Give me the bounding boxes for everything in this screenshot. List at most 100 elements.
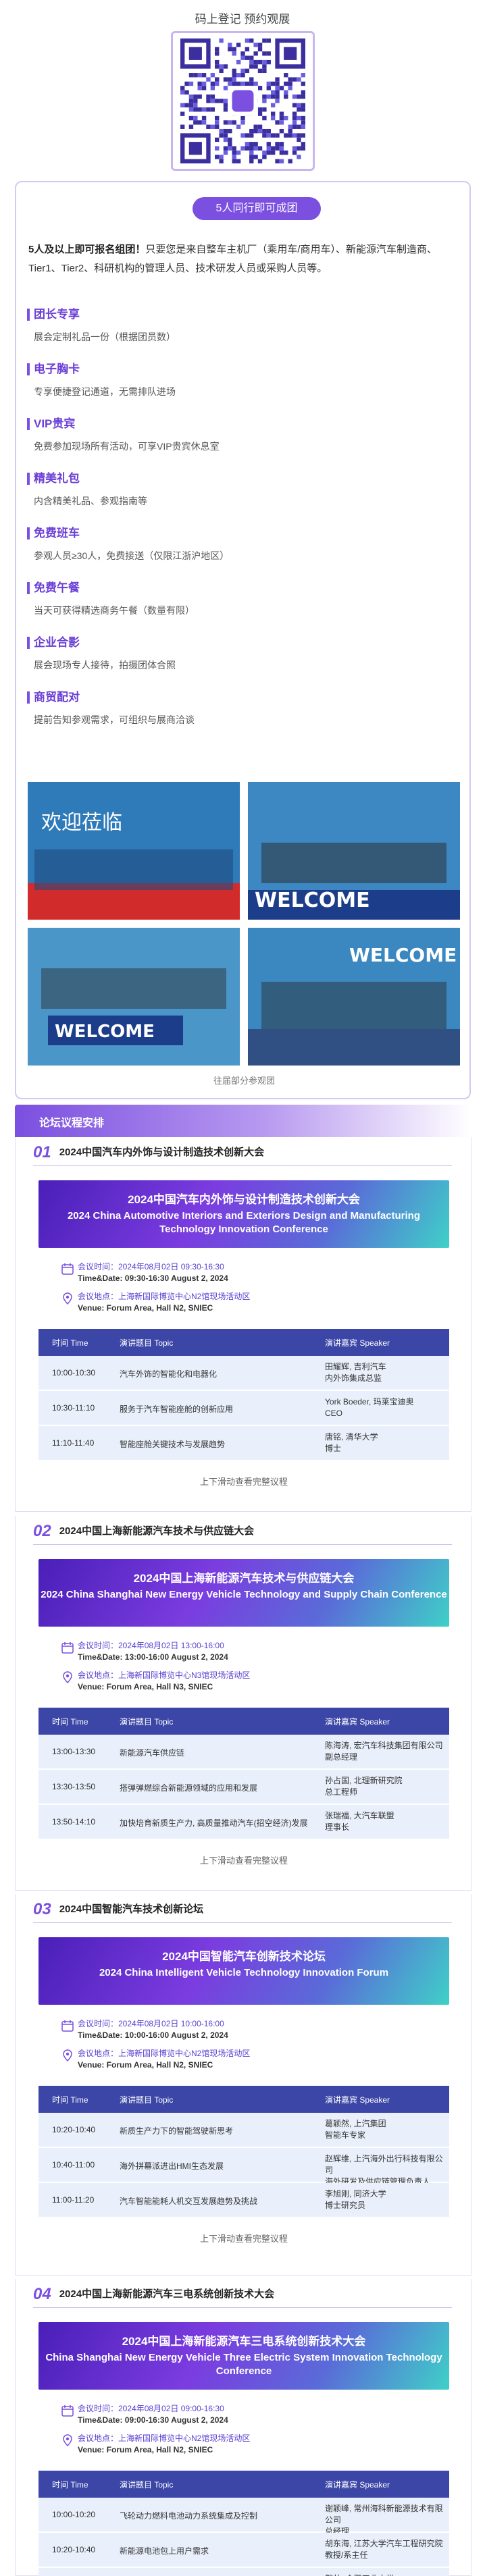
row-topic: 海外拼幕派进出HMI生态发展 (120, 2161, 224, 2171)
scroll-hint: 上下滑动查看完整议程 (199, 1856, 288, 1866)
row-speaker: 孙占国, 北理新研究院 总工程师 (325, 1776, 403, 1797)
benefit-desc: 免费参加现场所有活动，可享VIP贵宾休息室 (34, 441, 220, 452)
benefit-desc: 展会现场专人接待，拍摄团体合照 (34, 660, 176, 671)
agenda-table[interactable]: 时间 Time 演讲题目 Topic 演讲嘉宾 Speaker 13:00-13… (39, 1708, 449, 1840)
forum-venue: 会议地点：上海新国际博览中心N2馆现场活动区 Venue: Forum Area… (63, 2433, 250, 2456)
forum-date: 会议时间：2024年08月02日 10:00-16:00 Time&Date: … (61, 2018, 228, 2041)
header-time: 时间 Time (52, 1717, 88, 1727)
row-speaker: 张瑞福, 大汽车联盟 理事长 (325, 1811, 394, 1832)
table-header: 时间 Time 演讲题目 Topic 演讲嘉宾 Speaker (39, 1708, 449, 1735)
agenda-table[interactable]: 时间 Time 演讲题目 Topic 演讲嘉宾 Speaker 10:00-10… (39, 1329, 449, 1461)
header-topic: 演讲题目 Topic (120, 2480, 174, 2490)
benefit-title: 商贸配对 (34, 689, 195, 706)
benefit-item: 企业合影展会现场专人接待，拍摄团体合照 (34, 634, 176, 672)
benefit-title: 企业合影 (34, 634, 176, 652)
forum-title: 2024中国上海新能源汽车技术与供应链大会 (59, 1525, 255, 1537)
photo-text: 欢迎莅临 (41, 811, 122, 835)
row-time: 13:00-13:30 (52, 1747, 96, 1756)
venue-en: Venue: Forum Area, Hall N3, SNIEC (78, 1682, 213, 1691)
venue-en: Venue: Forum Area, Hall N2, SNIEC (78, 2445, 213, 2454)
header-time: 时间 Time (52, 2095, 88, 2105)
date-cn: 会议时间：2024年08月02日 10:00-16:00 (78, 2019, 224, 2028)
table-row: 10:20-10:40 新能源电池包上用户需求 胡东海, 江苏大学汽车工程研究院… (39, 2533, 449, 2568)
scroll-hint: 上下滑动查看完整议程 (199, 2234, 288, 2244)
header-topic: 演讲题目 Topic (120, 1717, 174, 1727)
forum-number: 02 (33, 1522, 51, 1540)
forum-heading: 02 2024中国上海新能源汽车技术与供应链大会 (33, 1521, 254, 1542)
banner-en: 2024 China Shanghai New Energy Vehicle T… (41, 1589, 447, 1600)
forum-banner: 2024中国智能汽车创新技术论坛 2024 China Intelligent … (39, 1937, 449, 2005)
row-speaker: 陈海涛, 宏汽车科技集团有限公司 副总经理 (325, 1741, 443, 1762)
benefit-title: 免费班车 (34, 525, 229, 542)
forum-divider (33, 1544, 452, 1545)
benefit-title: 免费午餐 (34, 579, 195, 597)
agenda-table[interactable]: 时间 Time 演讲题目 Topic 演讲嘉宾 Speaker 10:00-10… (39, 2471, 449, 2576)
forum-number: 01 (33, 1143, 51, 1161)
row-topic: 搭弹弹燃综合新能源领域的应用和发展 (120, 1783, 258, 1793)
calendar-icon (61, 1263, 74, 1275)
row-topic: 汽车智能能耗人机交互发展趋势及挑战 (120, 2197, 258, 2206)
table-row: 10:00-10:30 汽车外饰的智能化和电器化 田耀辉, 吉利汽车 内外饰集成… (39, 1356, 449, 1391)
forum-date: 会议时间：2024年08月02日 13:00-16:00 Time&Date: … (61, 1640, 228, 1663)
benefit-item: VIP贵宾免费参加现场所有活动，可享VIP贵宾休息室 (34, 415, 220, 453)
forum-divider (33, 1922, 452, 1923)
qr-title: 码上登记 预约观展 (195, 13, 290, 26)
photo-text: WELCOME (349, 944, 457, 966)
date-en: Time&Date: 10:00-16:00 August 2, 2024 (78, 2030, 228, 2040)
benefit-title: VIP贵宾 (34, 415, 220, 433)
header-time: 时间 Time (52, 1338, 88, 1348)
table-header: 时间 Time 演讲题目 Topic 演讲嘉宾 Speaker (39, 2086, 449, 2113)
header-topic: 演讲题目 Topic (120, 1338, 174, 1348)
table-row: 13:00-13:30 新能源汽车供应链 陈海涛, 宏汽车科技集团有限公司 副总… (39, 1735, 449, 1770)
header-time: 时间 Time (52, 2480, 88, 2490)
forum-date: 会议时间：2024年08月02日 09:00-16:30 Time&Date: … (61, 2403, 228, 2426)
forum-block: 01 2024中国汽车内外饰与设计制造技术创新大会 2024中国汽车内外饰与设计制… (15, 1137, 471, 1512)
row-topic: 新能源电池包上用户需求 (120, 2546, 209, 2556)
row-time: 11:10-11:40 (52, 1438, 95, 1448)
table-row: 10:20-10:40 新质生产力下的智能驾驶新思考 葛颖然, 上汽集团 智能车… (39, 2113, 449, 2148)
calendar-icon (61, 1642, 74, 1654)
benefit-title: 团长专享 (34, 306, 176, 323)
benefit-item: 免费午餐当天可获得精选商务午餐（数量有限） (34, 579, 195, 617)
group-pill: 5人同行即可成团 (193, 197, 321, 220)
forum-date: 会议时间：2024年08月02日 09:30-16:30 Time&Date: … (61, 1261, 228, 1284)
banner-cn: 2024中国上海新能源汽车技术与供应链大会 (133, 1572, 355, 1585)
forum-venue: 会议地点：上海新国际博览中心N3馆现场活动区 Venue: Forum Area… (63, 1670, 250, 1693)
table-row: 10:40-11:00 荷兰氢能产业介绍及产品技术分享 贺帅, 合肥工业大学 副… (39, 2568, 449, 2576)
forum-block: 04 2024中国上海新能源汽车三电系统创新技术大会 2024中国上海新能源汽车三… (15, 2279, 471, 2576)
location-pin-icon (63, 1671, 72, 1683)
location-pin-icon (63, 2049, 72, 2061)
banner-en: 2024 China Automotive Interiors and Exte… (67, 1210, 421, 1235)
venue-en: Venue: Forum Area, Hall N2, SNIEC (78, 1303, 213, 1313)
header-speaker: 演讲嘉宾 Speaker (325, 2480, 390, 2490)
row-time: 13:30-13:50 (52, 1782, 96, 1791)
venue-cn: 会议地点：上海新国际博览中心N2馆现场活动区 (78, 1292, 251, 1301)
photo-text: WELCOME (55, 1022, 155, 1042)
date-cn: 会议时间：2024年08月02日 09:30-16:30 (78, 1262, 224, 1271)
banner-cn: 2024中国智能汽车创新技术论坛 (162, 1950, 326, 1963)
header-speaker: 演讲嘉宾 Speaker (325, 1717, 390, 1727)
forum-number: 03 (33, 1900, 51, 1918)
venue-cn: 会议地点：上海新国际博览中心N2馆现场活动区 (78, 2049, 251, 2058)
row-topic: 加快培育新质生产力, 高质量推动汽车(招空经济)发展 (120, 1818, 308, 1828)
table-row: 13:50-14:10 加快培育新质生产力, 高质量推动汽车(招空经济)发展 张… (39, 1805, 449, 1840)
forum-venue: 会议地点：上海新国际博览中心N2馆现场活动区 Venue: Forum Area… (63, 2048, 251, 2071)
table-row: 10:40-11:00 海外拼幕派进出HMI生态发展 赵辉维, 上汽海外出行科技… (39, 2148, 449, 2186)
benefit-title: 电子胸卡 (34, 361, 176, 378)
row-speaker: 胡东海, 江苏大学汽车工程研究院 教授/系主任 (325, 2539, 443, 2560)
forum-banner: 2024中国上海新能源汽车三电系统创新技术大会 China Shanghai N… (39, 2322, 449, 2390)
table-row: 10:30-11:10 服务于汽车智能座舱的创新应用 York Boeder, … (39, 1391, 449, 1426)
group-photo: WELCOME (248, 928, 460, 1066)
row-time: 10:30-11:10 (52, 1403, 95, 1413)
row-topic: 汽车外饰的智能化和电器化 (120, 1369, 218, 1379)
row-topic: 新能源汽车供应链 (120, 1748, 185, 1758)
benefit-desc: 当天可获得精选商务午餐（数量有限） (34, 605, 195, 616)
registration-qr-code[interactable] (171, 31, 315, 171)
agenda-table[interactable]: 时间 Time 演讲题目 Topic 演讲嘉宾 Speaker 10:20-10… (39, 2086, 449, 2218)
benefit-item: 免费班车 参观人员≥30人，免费接送（仅限江浙沪地区） (34, 525, 229, 562)
forum-divider (33, 2307, 452, 2308)
benefit-item: 团长专享 展会定制礼品一份（根据团员数） (34, 306, 176, 344)
calendar-icon (61, 2405, 74, 2417)
date-cn: 会议时间：2024年08月02日 09:00-16:30 (78, 2404, 224, 2413)
row-topic: 智能座舱关键技术与发展趋势 (120, 1440, 226, 1449)
